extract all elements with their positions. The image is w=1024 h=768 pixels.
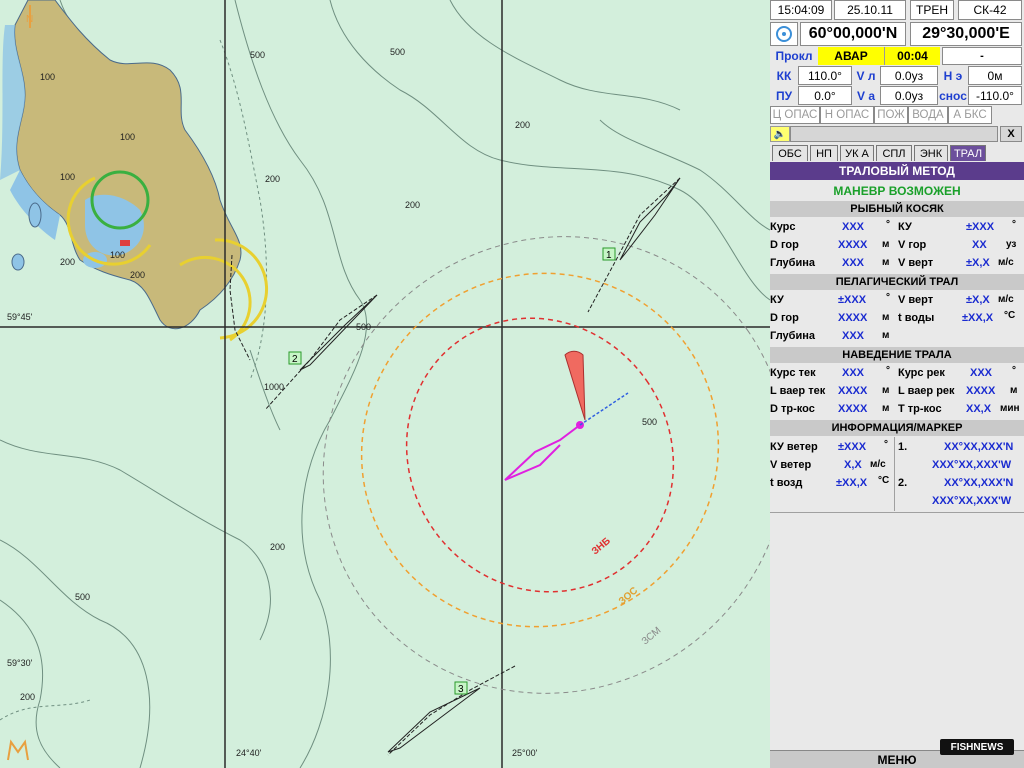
- pelagic-row-1: КУ ±XXX ° V верт ±X,X м/с: [770, 292, 1014, 306]
- trawl-method-title: ТРАЛОВЫЙ МЕТОД: [770, 162, 1024, 180]
- snos-value: -110.0°: [968, 86, 1022, 105]
- north-label: N: [26, 14, 33, 25]
- mode-display[interactable]: ТРЕН: [910, 0, 954, 20]
- danger-water[interactable]: ВОДА: [908, 106, 948, 124]
- info-row-4: XXX°XX,XXX'W: [932, 495, 1012, 507]
- he-label: H э: [943, 68, 963, 83]
- svg-text:1000: 1000: [264, 382, 284, 392]
- sound-button[interactable]: 🔈: [770, 126, 790, 142]
- fish-row-2: D гор XXXX м V гор XX уз: [770, 239, 1017, 251]
- tab-np[interactable]: НП: [810, 145, 838, 161]
- pu-label: ПУ: [775, 88, 793, 103]
- date-display: 25.10.11: [834, 0, 906, 20]
- fish-row-1: Курс XXX ° КУ ±XXX °: [770, 219, 1016, 233]
- fish-row-3: Глубина XXX м V верт ±X,X м/с: [770, 257, 1014, 269]
- svg-text:ЗСМ: ЗСМ: [640, 625, 663, 647]
- tab-enk[interactable]: ЭНК: [914, 145, 948, 161]
- close-button[interactable]: X: [1000, 126, 1022, 142]
- watermark-logo: FISHNEWS: [940, 739, 1014, 755]
- svg-text:100: 100: [110, 250, 125, 260]
- guidance-row-3: D тр-кос XXXX м T тр-кос XX,X мин: [770, 403, 1020, 415]
- pelagic-row-2: D гор XXXX м t воды ±XX,X °C: [770, 310, 1016, 324]
- svg-text:ЗОС: ЗОС: [617, 585, 640, 607]
- coord-label-lon-2500: 25°00': [512, 748, 538, 758]
- guidance-row-2: L ваер тек XXXX м L ваер рек XXXX м: [770, 385, 1018, 397]
- svg-text:200: 200: [265, 174, 280, 184]
- svg-text:100: 100: [60, 172, 75, 182]
- control-panel: 15:04:09 25.10.11 ТРЕН СК-42 60°00,000'N…: [770, 0, 1024, 768]
- va-label: V a: [856, 88, 875, 103]
- svg-text:200: 200: [405, 200, 420, 210]
- message-bar: [790, 126, 998, 142]
- own-ship-track: [504, 424, 581, 481]
- vl-label: V л: [856, 68, 876, 83]
- danger-fire[interactable]: ПОЖ: [874, 106, 908, 124]
- info-bottom-border: [770, 512, 1024, 513]
- alarm-timer: 00:04: [884, 47, 940, 65]
- info-row-1: КУ ветер ±XXX ° 1. XX°XX,XXX'N: [770, 439, 1014, 453]
- svg-text:500: 500: [390, 47, 405, 57]
- trawl-markers[interactable]: 1 2 3: [288, 247, 616, 695]
- va-value: 0.0уз: [880, 86, 938, 105]
- vl-value: 0.0уз: [880, 66, 938, 85]
- maneuver-status: МАНЕВР ВОЗМОЖЕН: [833, 184, 961, 198]
- tab-tral[interactable]: ТРАЛ: [950, 145, 986, 161]
- kk-value: 110.0°: [798, 66, 852, 85]
- marker-2-label: 2: [292, 354, 298, 365]
- svg-text:500: 500: [642, 417, 657, 427]
- pu-value: 0.0°: [798, 86, 852, 105]
- prokl-label: Прокл: [775, 49, 813, 63]
- danger-n-opas[interactable]: Н ОПАС: [820, 106, 874, 124]
- time-display: 15:04:09: [770, 0, 832, 20]
- status-value: -: [942, 47, 1022, 65]
- he-value: 0м: [968, 66, 1022, 85]
- svg-text:100: 100: [40, 72, 55, 82]
- coord-label-lon-2440: 24°40': [236, 748, 262, 758]
- chart-corner-logo: [7, 739, 29, 761]
- island: [0, 0, 242, 330]
- heading-vector: [579, 392, 629, 426]
- info-marker-title: ИНФОРМАЦИЯ/МАРКЕР: [770, 420, 1024, 436]
- gps-button[interactable]: [770, 22, 798, 46]
- zone-labels: ЗНБ ЗОС ЗСМ: [590, 536, 663, 648]
- svg-text:200: 200: [130, 270, 145, 280]
- danger-a-bks[interactable]: А БКС: [948, 106, 992, 124]
- longitude-display: 29°30,000'E: [910, 22, 1022, 46]
- datum-display[interactable]: СК-42: [958, 0, 1022, 20]
- trawl-guidance-title: НАВЕДЕНИЕ ТРАЛА: [770, 347, 1024, 363]
- compass-icon: [776, 26, 792, 42]
- tab-spl[interactable]: СПЛ: [876, 145, 912, 161]
- speaker-icon: 🔈: [773, 128, 787, 140]
- chart-canvas[interactable]: N 1 2 3 59°45' 59°30' 24°40' 25°00' 500 …: [0, 0, 770, 768]
- nav-chart[interactable]: N 1 2 3 59°45' 59°30' 24°40' 25°00' 500 …: [0, 0, 770, 768]
- marker-3-label: 3: [458, 684, 464, 695]
- snos-label: снос: [939, 88, 967, 103]
- marker-1-label: 1: [606, 250, 612, 261]
- svg-text:200: 200: [270, 542, 285, 552]
- coord-label-lat-45: 59°45': [7, 312, 33, 322]
- fish-sector: [564, 350, 586, 421]
- kk-label: КК: [776, 68, 792, 83]
- svg-text:100: 100: [120, 132, 135, 142]
- info-row-2: V ветер X,X м/с XXX°XX,XXX'W: [770, 459, 1012, 471]
- tab-uk-a[interactable]: УК А: [840, 145, 874, 161]
- svg-text:ЗНБ: ЗНБ: [590, 536, 613, 558]
- coord-label-lat-30: 59°30': [7, 658, 33, 668]
- svg-text:500: 500: [250, 50, 265, 60]
- fish-school-title: РЫБНЫЙ КОСЯК: [770, 201, 1024, 217]
- svg-text:500: 500: [75, 592, 90, 602]
- vessel-tracks: [229, 177, 681, 756]
- guidance-row-1: Курс тек XXX ° Курс рек XXX °: [770, 365, 1016, 379]
- tab-obs[interactable]: ОБС: [772, 145, 808, 161]
- svg-text:200: 200: [515, 120, 530, 130]
- latitude-display: 60°00,000'N: [800, 22, 906, 46]
- alarm-indicator[interactable]: АВАР: [818, 47, 884, 65]
- svg-text:500: 500: [356, 322, 371, 332]
- svg-text:200: 200: [20, 692, 35, 702]
- pelagic-row-3: Глубина XXX м: [770, 330, 890, 342]
- pelagic-trawl-title: ПЕЛАГИЧЕСКИЙ ТРАЛ: [770, 274, 1024, 290]
- svg-text:200: 200: [60, 257, 75, 267]
- info-row-3: t возд ±XX,X °C 2. XX°XX,XXX'N: [770, 475, 1014, 489]
- danger-c-opas[interactable]: Ц ОПАС: [770, 106, 820, 124]
